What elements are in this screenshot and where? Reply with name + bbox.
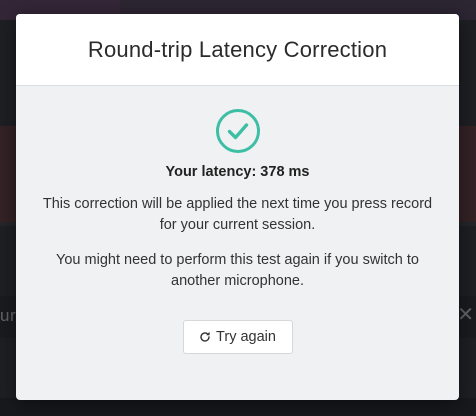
correction-message: This correction will be applied the next…: [42, 196, 433, 233]
latency-result: Your latency: 378 ms: [165, 164, 310, 180]
try-again-label: Try again: [216, 329, 276, 345]
microphone-message: You might need to perform this test agai…: [56, 252, 419, 289]
dialog-body: Your latency: 378 ms This correction wil…: [16, 86, 459, 354]
check-circle-icon: [215, 108, 261, 154]
try-again-button[interactable]: Try again: [182, 320, 293, 354]
dialog-header: Round-trip Latency Correction: [16, 14, 459, 86]
dialog-title: Round-trip Latency Correction: [87, 36, 388, 62]
latency-correction-dialog: Round-trip Latency Correction Your laten…: [16, 14, 459, 400]
refresh-icon: [199, 331, 211, 343]
